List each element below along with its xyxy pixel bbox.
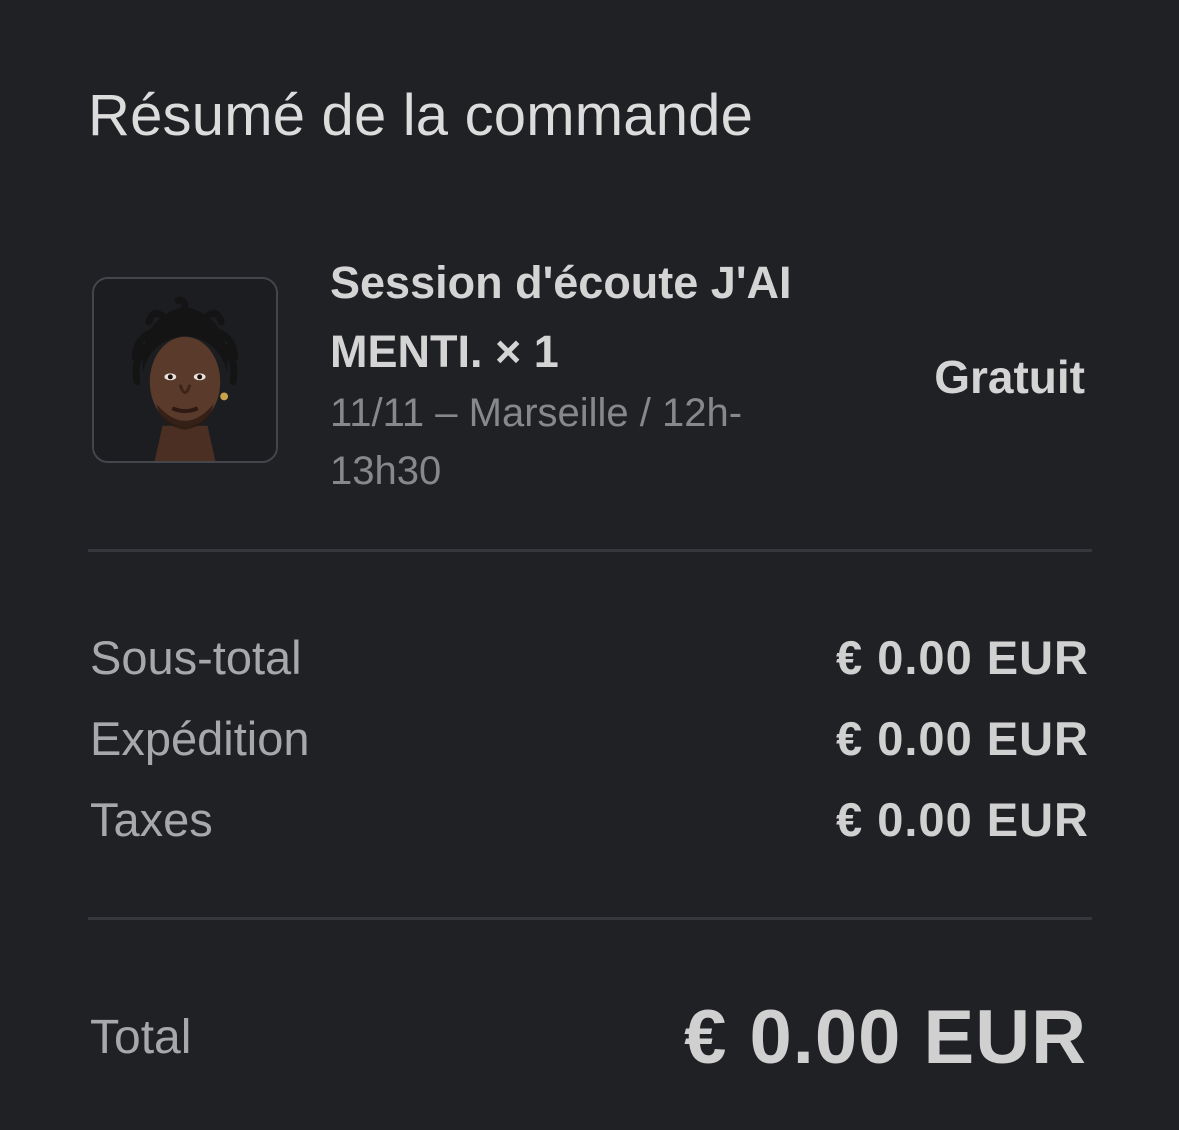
shipping-value: € 0.00 EUR bbox=[836, 712, 1089, 765]
product-name: Session d'écoute J'AI MENTI. × 1 bbox=[330, 257, 792, 377]
shipping-label: Expédition bbox=[90, 712, 310, 765]
product-variant: 11/11 – Marseille / 12h-13h30 bbox=[330, 391, 743, 493]
divider bbox=[88, 549, 1092, 552]
subtotal-row: Sous-total € 0.00 EUR bbox=[90, 630, 1089, 690]
total-value: € 0.00 EUR bbox=[684, 995, 1087, 1080]
subtotal-label: Sous-total bbox=[90, 631, 302, 684]
taxes-label: Taxes bbox=[90, 793, 213, 846]
product-thumbnail[interactable] bbox=[92, 277, 278, 463]
shipping-row: Expédition € 0.00 EUR bbox=[90, 711, 1089, 771]
order-summary-title: Résumé de la commande bbox=[88, 83, 754, 148]
taxes-value: € 0.00 EUR bbox=[836, 793, 1089, 846]
total-label: Total bbox=[90, 1011, 192, 1064]
divider bbox=[88, 917, 1092, 920]
product-price: Gratuit bbox=[934, 351, 1085, 403]
artist-portrait-icon bbox=[94, 279, 276, 461]
taxes-row: Taxes € 0.00 EUR bbox=[90, 792, 1089, 852]
subtotal-value: € 0.00 EUR bbox=[836, 631, 1089, 684]
